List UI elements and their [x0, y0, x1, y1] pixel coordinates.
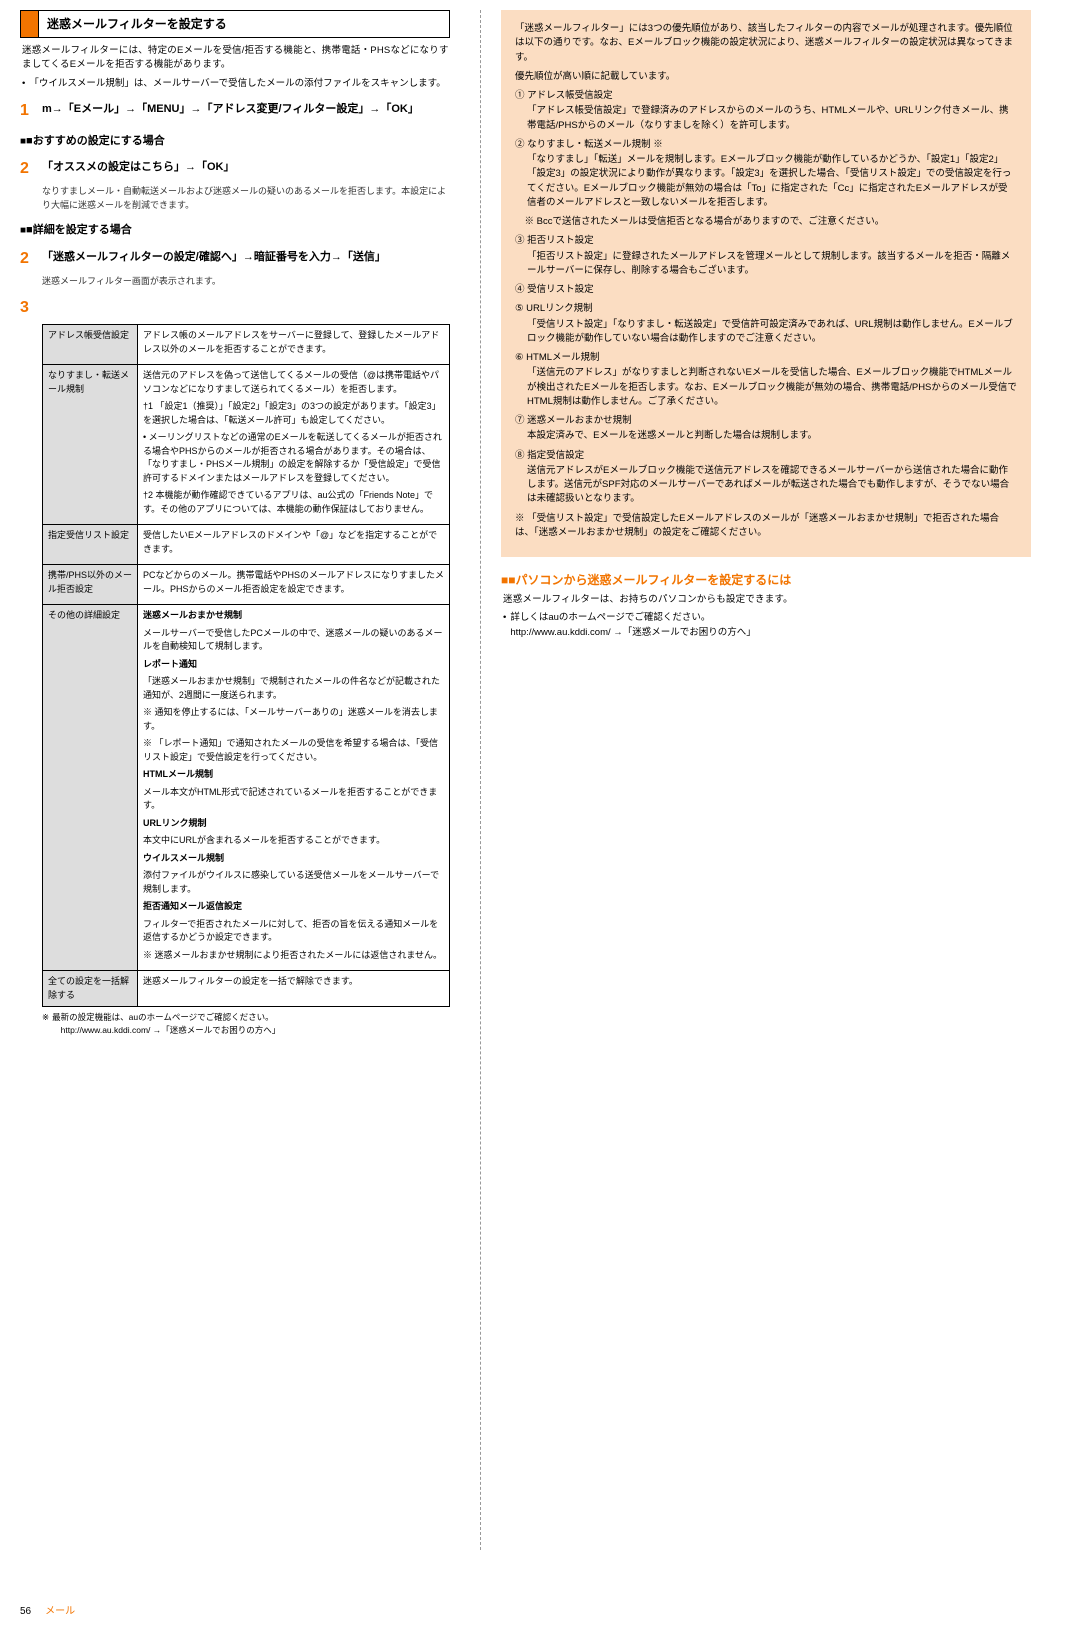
bullet-dot-icon: •: [22, 77, 25, 91]
info-item: ② なりすまし・転送メール規制 ※「なりすまし」「転送」メールを規制します。Eメ…: [515, 138, 1017, 210]
intro-text: 迷惑メールフィルターには、特定のEメールを受信/拒否する機能と、携帯電話・PHS…: [22, 44, 450, 73]
step-3: 3: [20, 296, 450, 320]
step-number: 3: [20, 296, 36, 320]
bullet-item: • 詳しくはauのホームページでご確認ください。 http://www.au.k…: [503, 611, 1031, 640]
section-title-text: 迷惑メールフィルターを設定する: [39, 11, 235, 37]
note-text: 最新の設定機能は、auのホームページでご確認ください。 http://www.a…: [52, 1011, 280, 1037]
table-row-body: 迷惑メールおまかせ規制メールサーバーで受信したPCメールの中で、迷惑メールの疑い…: [138, 605, 450, 971]
table-row-head: 全ての設定を一括解除する: [43, 971, 138, 1007]
table-row-head: アドレス帳受信設定: [43, 325, 138, 365]
table-row-head: なりすまし・転送メール規制: [43, 365, 138, 525]
table-row-head: 携帯/PHS以外のメール拒否設定: [43, 565, 138, 605]
step-note: なりすましメール・自動転送メールおよび迷惑メールの疑いのあるメールを拒否します。…: [42, 185, 450, 212]
step-number: 2: [20, 157, 36, 181]
bullet-item: • 「ウイルスメール規制」は、メールサーバーで受信したメールの添付ファイルをスキ…: [22, 77, 450, 91]
table-row-body: アドレス帳のメールアドレスをサーバーに登録して、登録したメールアドレス以外のメー…: [138, 325, 450, 365]
step-text: m→「Eメール」→「MENU」→「アドレス変更/フィルター設定」→「OK」: [42, 99, 419, 123]
table-row-body: 迷惑メールフィルターの設定を一括で解除できます。: [138, 971, 450, 1007]
info-item: ⑤ URLリンク規制「受信リスト設定」「なりすまし・転送設定」で受信許可設定済み…: [515, 302, 1017, 346]
step-text: 「オススメの設定はこちら」→「OK」: [42, 157, 235, 181]
subheading-text: ■詳細を設定する場合: [26, 224, 132, 236]
bullet-text: 詳しくはauのホームページでご確認ください。 http://www.au.kdd…: [510, 611, 755, 640]
table-row-body: PCなどからのメール。携帯電話やPHSのメールアドレスになりすましたメール。PH…: [138, 565, 450, 605]
step-2a: 2 「オススメの設定はこちら」→「OK」: [20, 157, 450, 181]
table-row-head: その他の詳細設定: [43, 605, 138, 971]
subheading-text: ■おすすめの設定にする場合: [26, 135, 165, 147]
step-note: 迷惑メールフィルター画面が表示されます。: [42, 275, 450, 289]
column-divider: [480, 10, 481, 1550]
info-item: ① アドレス帳受信設定「アドレス帳受信設定」で登録済みのアドレスからのメールのう…: [515, 89, 1017, 133]
info-item: ※ 「受信リスト設定」で受信設定したEメールアドレスのメールが「迷惑メールおまか…: [515, 512, 1017, 541]
info-item: ※ Bccで送信されたメールは受信拒否となる場合がありますので、ご注意ください。: [515, 215, 1017, 229]
step-number: 1: [20, 99, 36, 123]
info-item: ③ 拒否リスト設定「拒否リスト設定」に登録されたメールアドレスを管理メールとして…: [515, 234, 1017, 278]
right-subheading-text: ■パソコンから迷惑メールフィルターを設定するには: [508, 573, 791, 587]
page-number: 56: [20, 1604, 31, 1619]
info-item: ⑥ HTMLメール規制「送信元のアドレス」がなりすましと判断されないEメールを受…: [515, 351, 1017, 409]
step-text: 「迷惑メールフィルターの設定/確認へ」→暗証番号を入力→「送信」: [42, 247, 386, 271]
right-text: 迷惑メールフィルターは、お持ちのパソコンからも設定できます。: [503, 593, 1031, 607]
info-item: ④ 受信リスト設定: [515, 283, 1017, 297]
page-footer: 56 メール: [20, 1604, 75, 1619]
step-1: 1 m→「Eメール」→「MENU」→「アドレス変更/フィルター設定」→「OK」: [20, 99, 450, 123]
page-category: メール: [45, 1604, 75, 1619]
info-item: ⑧ 指定受信設定送信元アドレスがEメールブロック機能で送信元アドレスを確認できる…: [515, 449, 1017, 507]
footnote: ※ 最新の設定機能は、auのホームページでご確認ください。 http://www…: [42, 1011, 450, 1037]
table-row-body: 受信したいEメールアドレスのドメインや「@」などを指定することができます。: [138, 525, 450, 565]
section-title: 迷惑メールフィルターを設定する: [20, 10, 450, 38]
info-box: 「迷惑メールフィルター」には3つの優先順位があり、該当したフィルターの内容でメー…: [501, 10, 1031, 557]
table-row-body: 送信元のアドレスを偽って送信してくるメールの受信（@は携帯電話やパソコンなどにな…: [138, 365, 450, 525]
step-2b: 2 「迷惑メールフィルターの設定/確認へ」→暗証番号を入力→「送信」: [20, 247, 450, 271]
title-accent: [21, 11, 39, 37]
right-subheading: ■■パソコンから迷惑メールフィルターを設定するには: [501, 571, 1031, 589]
subheading: ■■詳細を設定する場合: [20, 222, 450, 239]
subheading: ■■おすすめの設定にする場合: [20, 133, 450, 150]
settings-table: アドレス帳受信設定アドレス帳のメールアドレスをサーバーに登録して、登録したメール…: [42, 324, 450, 1007]
note-mark: ※: [42, 1011, 49, 1037]
info-intro: 「迷惑メールフィルター」には3つの優先順位があり、該当したフィルターの内容でメー…: [515, 22, 1017, 65]
info-intro-2: 優先順位が高い順に記載しています。: [515, 70, 1017, 84]
table-row-head: 指定受信リスト設定: [43, 525, 138, 565]
bullet-dot-icon: •: [503, 611, 506, 640]
step-number: 2: [20, 247, 36, 271]
bullet-text: 「ウイルスメール規制」は、メールサーバーで受信したメールの添付ファイルをスキャン…: [29, 77, 445, 91]
info-item: ⑦ 迷惑メールおまかせ規制本設定済みで、Eメールを迷惑メールと判断した場合は規制…: [515, 414, 1017, 444]
